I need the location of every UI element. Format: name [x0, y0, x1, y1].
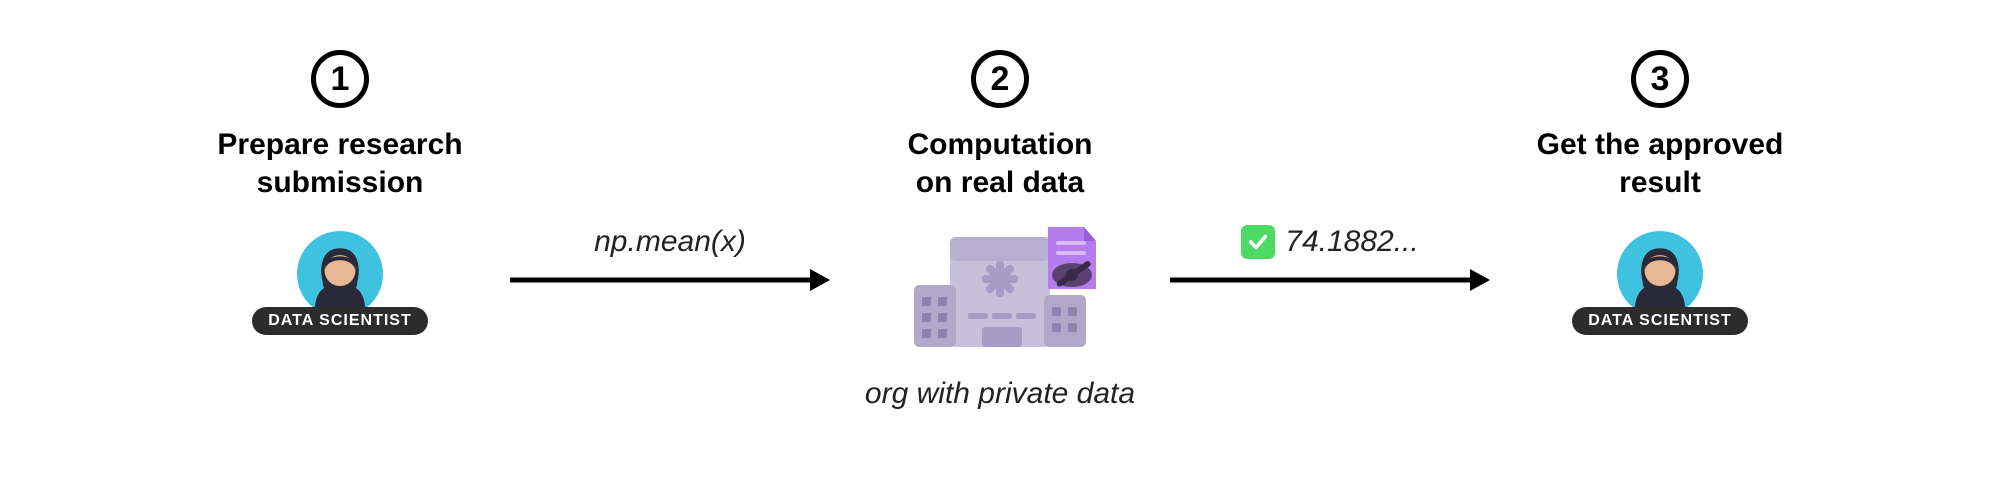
org-illustration: org with private data: [865, 217, 1135, 411]
private-document-icon: [1048, 227, 1096, 289]
step-number-badge: 3: [1631, 50, 1689, 108]
step-number-text: 1: [331, 60, 350, 99]
actor: DATA SCIENTIST: [1572, 231, 1747, 335]
building-icon: [900, 217, 1100, 367]
step-title-line1: Computation: [908, 126, 1093, 164]
step-number-text: 2: [991, 60, 1010, 99]
arrow-right-icon: [1170, 265, 1490, 295]
arrow-2: 74.1882...: [1170, 225, 1490, 295]
step-title-line1: Get the approved: [1537, 126, 1784, 164]
arrow-2-label: 74.1882...: [1241, 225, 1418, 259]
step-title-line2: result: [1537, 164, 1784, 202]
person-avatar-icon: [1617, 231, 1703, 317]
person-avatar-icon: [297, 231, 383, 317]
step-number-badge: 2: [971, 50, 1029, 108]
step-title-line1: Prepare research: [217, 126, 462, 164]
step-2: 2 Computation on real data: [830, 50, 1170, 411]
checkmark-icon: [1241, 225, 1275, 259]
step-3: 3 Get the approved result DATA SCIENTIST: [1490, 50, 1830, 335]
org-caption: org with private data: [865, 377, 1135, 411]
step-1: 1 Prepare research submission DATA SCIEN…: [170, 50, 510, 335]
avatar: [297, 231, 383, 317]
arrow-1: np.mean(x): [510, 225, 830, 295]
arrow-1-code-text: np.mean(x): [594, 225, 746, 259]
actor-role-badge: DATA SCIENTIST: [252, 307, 427, 335]
workflow-diagram: 1 Prepare research submission DATA SCIEN…: [0, 0, 2000, 500]
arrow-right-icon: [510, 265, 830, 295]
avatar: [1617, 231, 1703, 317]
step-title-line2: submission: [217, 164, 462, 202]
step-number-text: 3: [1651, 60, 1670, 99]
actor: DATA SCIENTIST: [252, 231, 427, 335]
arrow-1-label: np.mean(x): [594, 225, 746, 259]
step-number-badge: 1: [311, 50, 369, 108]
step-title: Computation on real data: [908, 126, 1093, 201]
actor-role-badge: DATA SCIENTIST: [1572, 307, 1747, 335]
step-title: Prepare research submission: [217, 126, 462, 201]
arrow-2-result-text: 74.1882...: [1285, 225, 1418, 259]
step-title-line2: on real data: [908, 164, 1093, 202]
step-title: Get the approved result: [1537, 126, 1784, 201]
